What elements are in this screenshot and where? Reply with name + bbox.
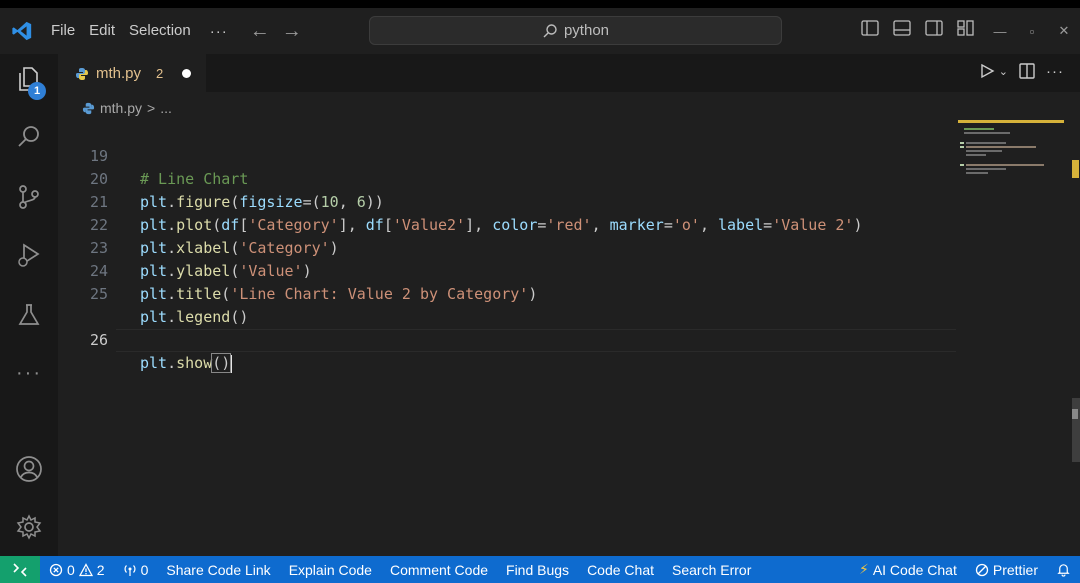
search-error-button[interactable]: Search Error xyxy=(663,562,760,578)
testing-flask-icon[interactable] xyxy=(12,298,46,332)
title-bar: File Edit Selection ··· ← → python — ▫ ✕ xyxy=(0,8,1080,54)
code-line[interactable]: 22 plt.xlabel('Category') xyxy=(58,191,958,257)
customize-layout-icon[interactable] xyxy=(956,18,976,38)
run-file-icon[interactable] xyxy=(979,63,995,79)
breadcrumb-file[interactable]: mth.py xyxy=(100,100,142,116)
source-control-icon[interactable] xyxy=(12,180,46,214)
minimap-slider[interactable] xyxy=(958,120,1064,123)
forward-arrow-icon[interactable]: → xyxy=(276,20,308,43)
command-center-text: python xyxy=(563,22,610,39)
python-file-icon xyxy=(82,102,95,114)
minimize-icon[interactable]: — xyxy=(984,24,1016,39)
explain-code-button[interactable]: Explain Code xyxy=(280,562,381,578)
comment-code-button[interactable]: Comment Code xyxy=(381,562,497,578)
vertical-scrollbar[interactable] xyxy=(1070,92,1080,552)
find-bugs-button[interactable]: Find Bugs xyxy=(497,562,578,578)
tab-mth-py[interactable]: mth.py 2 xyxy=(58,54,206,92)
editor-more-actions-icon[interactable]: ··· xyxy=(1046,63,1064,80)
prettier-disabled-icon xyxy=(975,563,989,576)
run-debug-icon[interactable] xyxy=(12,238,46,272)
accounts-icon[interactable] xyxy=(12,452,46,486)
prettier-label: Prettier xyxy=(992,561,1038,578)
menu-file[interactable]: File xyxy=(44,8,82,54)
prettier-status[interactable]: Prettier xyxy=(966,562,1047,578)
unsaved-dot-icon[interactable] xyxy=(182,69,192,78)
command-center-search[interactable]: python xyxy=(369,16,782,45)
more-views-icon[interactable]: ··· xyxy=(12,356,46,390)
minimap[interactable] xyxy=(958,120,1064,200)
warning-count: 2 xyxy=(96,561,105,578)
split-editor-icon[interactable] xyxy=(1018,62,1036,80)
code-text: plt.legend() xyxy=(140,308,249,326)
toggle-secondary-sidebar-icon[interactable] xyxy=(924,18,944,38)
error-count: 0 xyxy=(67,561,75,578)
close-icon[interactable]: ✕ xyxy=(1048,23,1080,39)
line-number: 26 xyxy=(89,331,108,349)
tab-filename: mth.py xyxy=(96,65,142,82)
remote-indicator[interactable] xyxy=(0,556,40,583)
scrollbar-warning-marker xyxy=(1072,160,1079,178)
tab-bar: mth.py 2 ⌄ ··· xyxy=(58,54,1080,92)
tab-problem-count: 2 xyxy=(156,66,164,81)
breadcrumb-rest[interactable]: ... xyxy=(160,100,172,116)
code-line-current[interactable]: 26 plt.show() xyxy=(58,283,958,373)
explorer-badge: 1 xyxy=(28,82,46,100)
ai-code-chat-label: AI Code Chat xyxy=(872,561,957,578)
ai-code-chat-button[interactable]: ⚡ AI Code Chat xyxy=(850,561,966,578)
editor-area: mth.py 2 ⌄ ··· mth.py > ... 19 # Line Ch… xyxy=(58,54,1080,556)
menu-edit[interactable]: Edit xyxy=(82,8,122,54)
ports-status[interactable]: 0 xyxy=(114,562,158,578)
toggle-panel-icon[interactable] xyxy=(892,18,912,38)
breadcrumb: mth.py > ... xyxy=(82,98,172,118)
scrollbar-cursor-marker xyxy=(1072,409,1078,419)
back-arrow-icon[interactable]: ← xyxy=(244,20,276,43)
error-icon xyxy=(49,563,63,576)
bracket-match: () xyxy=(211,353,232,373)
ports-count: 0 xyxy=(140,561,149,578)
current-line-highlight xyxy=(116,329,956,352)
share-code-link-button[interactable]: Share Code Link xyxy=(157,562,279,578)
code-line[interactable]: 24 plt.title('Line Chart: Value 2 by Cat… xyxy=(58,237,958,303)
broadcast-icon xyxy=(124,564,136,576)
search-icon[interactable] xyxy=(12,120,46,154)
vscode-logo-icon xyxy=(0,8,44,54)
code-line[interactable]: 21 plt.plot(df['Category'], df['Value2']… xyxy=(58,168,958,234)
menu-more-button[interactable]: ··· xyxy=(198,23,244,40)
code-chat-button[interactable]: Code Chat xyxy=(578,562,663,578)
text-cursor xyxy=(230,354,233,373)
code-line[interactable]: 23 plt.ylabel('Value') xyxy=(58,214,958,280)
code-line[interactable]: 20 plt.figure(figsize=(10, 6)) xyxy=(58,145,958,211)
menu-selection[interactable]: Selection xyxy=(122,8,198,54)
warning-icon xyxy=(78,562,93,576)
maximize-icon[interactable]: ▫ xyxy=(1016,24,1048,39)
scrollbar-thumb[interactable] xyxy=(1072,398,1080,462)
status-bar: 0 2 0 Share Code Link Explain Code Comme… xyxy=(0,556,1080,583)
remote-icon xyxy=(13,562,27,577)
code-line[interactable]: 19 # Line Chart xyxy=(58,122,958,188)
run-dropdown-chevron-icon[interactable]: ⌄ xyxy=(999,65,1008,78)
settings-gear-icon[interactable] xyxy=(12,510,46,544)
notifications-bell-icon[interactable] xyxy=(1047,562,1080,577)
code-line[interactable]: 25 plt.legend() xyxy=(58,260,958,326)
code-text: plt.show() xyxy=(140,353,233,373)
python-file-icon xyxy=(76,67,88,80)
problems-status[interactable]: 0 2 xyxy=(40,562,114,578)
toggle-primary-sidebar-icon[interactable] xyxy=(860,18,880,38)
breadcrumb-separator: > xyxy=(147,100,156,116)
code-editor[interactable]: 19 # Line Chart 20 plt.figure(figsize=(1… xyxy=(58,122,958,373)
search-icon xyxy=(543,23,557,37)
lightning-icon: ⚡ xyxy=(858,561,869,577)
activity-bar: 1 ··· xyxy=(0,54,58,556)
